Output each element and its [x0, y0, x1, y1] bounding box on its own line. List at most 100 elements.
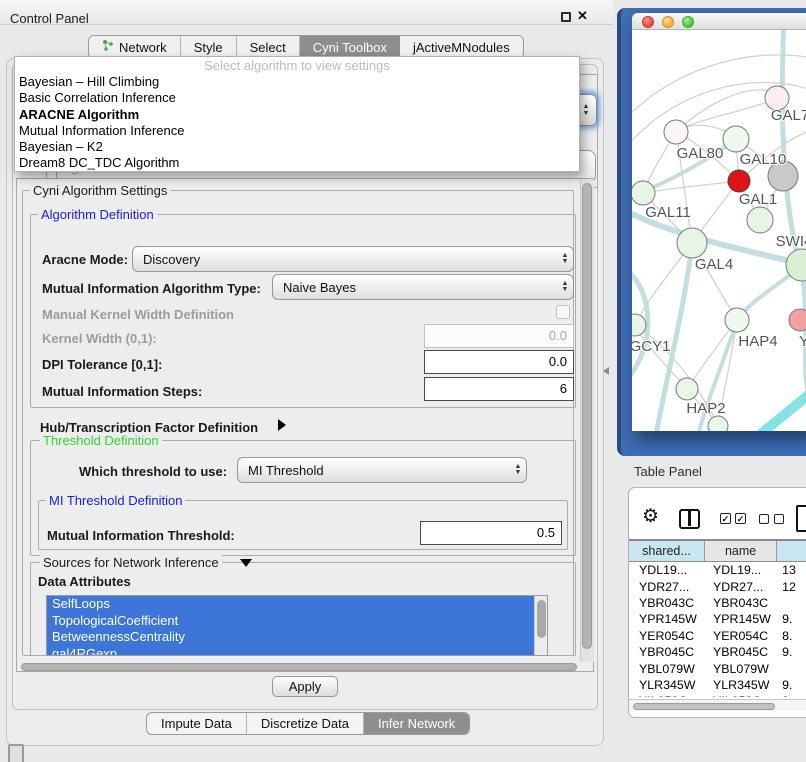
node-gal11[interactable] [632, 181, 655, 205]
collapsed-panel-icon[interactable] [8, 744, 24, 762]
list-item-gal4rgexp[interactable]: gal4RGexp [47, 646, 534, 657]
cell: YBL079W [629, 662, 706, 676]
tab-select[interactable]: Select [237, 36, 300, 58]
columns-icon[interactable] [679, 509, 700, 529]
settings-horizontal-scrollbar-thumb[interactable] [21, 663, 577, 671]
table-row[interactable]: YBL079WYBL079W [629, 660, 806, 676]
settings-vertical-scrollbar-thumb[interactable] [582, 183, 592, 649]
tab-infer-network-label: Infer Network [378, 716, 455, 731]
gear-icon[interactable]: ⚙ [642, 505, 659, 528]
label-gal10: GAL10 [740, 151, 787, 168]
node-gal80[interactable] [664, 120, 688, 144]
column-header-shared[interactable]: shared... [629, 541, 705, 561]
dropdown-item-mutual-information[interactable]: Mutual Information Inference [15, 123, 579, 139]
tab-discretize-data[interactable]: Discretize Data [247, 713, 364, 734]
export-table-icon[interactable] [796, 505, 806, 532]
data-attributes-list[interactable]: SelfLoops TopologicalCoefficient Between… [46, 595, 548, 656]
cell: YBR043C [629, 596, 706, 610]
network-canvas[interactable]: GAL7 GAL80 GAL10 GAL11 GAL1 SWI4 GAL4 GC… [632, 30, 806, 431]
aracne-mode-combobox[interactable]: Discovery ▲▼ [132, 246, 574, 272]
cell: YDL19... [629, 563, 706, 577]
select-all-checkbox-icon[interactable]: ✓ [720, 513, 731, 524]
splitter-collapse-icon[interactable] [603, 367, 609, 375]
mi-steps-field[interactable]: 6 [424, 377, 574, 401]
dropdown-item-bayesian-hill-climbing[interactable]: Bayesian – Hill Climbing [15, 74, 579, 90]
table-row[interactable]: YDR27...YDR27...12 [629, 578, 806, 594]
node-gal10[interactable] [723, 126, 749, 152]
table-horizontal-scrollbar[interactable] [629, 699, 806, 711]
table-row[interactable]: YIL052CYIL052C9 [629, 693, 806, 697]
close-panel-icon[interactable]: ✕ [577, 8, 588, 24]
list-item-topologicalcoefficient[interactable]: TopologicalCoefficient [47, 613, 534, 630]
mi-threshold-label: Mutual Information Threshold: [47, 528, 235, 543]
node-red-selected[interactable] [728, 170, 750, 192]
dpi-tolerance-label: DPI Tolerance [0,1]: [42, 357, 162, 372]
deselect-all-checkbox-icon[interactable] [759, 514, 769, 524]
select-all-checkbox-icon2[interactable]: ✓ [735, 513, 746, 524]
deselect-all-checkbox-icon2[interactable] [774, 514, 784, 524]
network-window: GAL7 GAL80 GAL10 GAL11 GAL1 SWI4 GAL4 GC… [632, 13, 806, 431]
close-window-icon[interactable] [642, 16, 654, 28]
cell: YDR27... [629, 580, 706, 594]
aracne-mode-label: Aracne Mode: [42, 252, 128, 267]
table-horizontal-scrollbar-thumb[interactable] [633, 703, 775, 710]
tab-infer-network[interactable]: Infer Network [364, 713, 469, 734]
table-panel-title: Table Panel [634, 464, 702, 479]
list-item-betweennesscentrality[interactable]: BetweennessCentrality [47, 629, 534, 646]
table-row[interactable]: YBR045CYBR045C9. [629, 644, 806, 660]
table-row[interactable]: YPR145WYPR145W9. [629, 611, 806, 627]
bright-edge [762, 392, 806, 431]
dropdown-item-dream8[interactable]: Dream8 DC_TDC Algorithm [15, 155, 579, 171]
which-threshold-combobox[interactable]: MI Threshold ▲▼ [237, 457, 527, 483]
table-row[interactable]: YDL19...YDL19...13 [629, 562, 806, 578]
column-header-name[interactable]: name [705, 541, 777, 561]
node-gcy1[interactable] [632, 314, 646, 336]
collapse-down-icon[interactable] [240, 559, 252, 567]
dropdown-item-aracne[interactable]: ARACNE Algorithm [15, 107, 579, 123]
attributes-list-scrollbar-thumb[interactable] [537, 600, 546, 638]
table-row[interactable]: YBR043CYBR043C [629, 595, 806, 611]
float-panel-icon[interactable] [561, 12, 571, 22]
node-bottom[interactable] [708, 416, 728, 431]
dropdown-item-bayesian-k2[interactable]: Bayesian – K2 [15, 139, 579, 155]
node-hap2[interactable] [676, 378, 698, 400]
tab-impute-data[interactable]: Impute Data [147, 713, 247, 734]
kernel-width-field[interactable]: 0.0 [424, 324, 574, 348]
list-item-selfloops[interactable]: SelfLoops [47, 596, 534, 613]
tab-network[interactable]: Network [89, 36, 181, 58]
mi-type-combobox[interactable]: Naive Bayes ▲▼ [272, 274, 574, 300]
minimize-window-icon[interactable] [662, 16, 674, 28]
table-row[interactable]: YER054CYER054C8. [629, 628, 806, 644]
node-gal1[interactable] [747, 207, 773, 233]
mi-threshold-field[interactable]: 0.5 [420, 521, 562, 545]
dropdown-item-basic-correlation[interactable]: Basic Correlation Inference [15, 90, 579, 106]
dpi-tolerance-field[interactable]: 0.0 [424, 350, 574, 374]
apply-button[interactable]: Apply [272, 676, 338, 697]
table-rows: YDL19...YDL19...13 YDR27...YDR27...12 YB… [629, 562, 806, 697]
attributes-list-scrollbar[interactable] [534, 596, 547, 656]
tab-style[interactable]: Style [181, 36, 237, 58]
control-panel-titlebar: Control Panel ✕ [0, 0, 613, 25]
table-row[interactable]: YLR345WYLR345W9. [629, 677, 806, 693]
bottom-tabbar: Impute Data Discretize Data Infer Networ… [146, 712, 470, 735]
tab-discretize-data-label: Discretize Data [261, 716, 349, 731]
node-hap4[interactable] [725, 308, 749, 332]
network-window-titlebar[interactable] [632, 13, 806, 30]
manual-kernel-checkbox[interactable] [556, 305, 570, 319]
cell: 9. [779, 612, 806, 626]
node-gal4[interactable] [677, 228, 707, 258]
dropdown-placeholder: Select algorithm to view settings [15, 58, 579, 74]
label-gcy1: GCY1 [632, 338, 670, 355]
tab-cyni-toolbox[interactable]: Cyni Toolbox [300, 36, 400, 58]
table-header: shared... name A [629, 539, 806, 562]
aracne-mode-spinner-icon: ▲▼ [557, 253, 573, 265]
cell: YDR27... [706, 580, 779, 594]
label-gal11: GAL11 [645, 204, 691, 221]
expand-right-icon[interactable] [278, 419, 286, 431]
cell: YLR345W [706, 678, 779, 692]
zoom-window-icon[interactable] [682, 16, 694, 28]
tab-jactivemnodules[interactable]: jActiveMNodules [400, 36, 523, 58]
algorithm-definition-title: Algorithm Definition [38, 207, 157, 222]
node-y[interactable] [789, 309, 806, 331]
column-header-partial[interactable]: A [777, 541, 806, 561]
